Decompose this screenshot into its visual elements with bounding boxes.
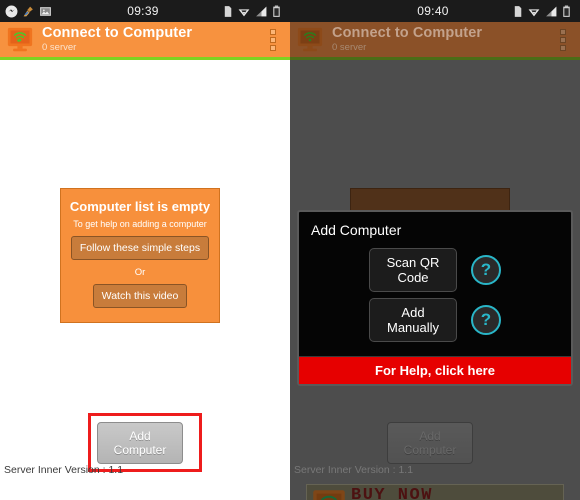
scan-qr-line2: Code <box>397 270 429 285</box>
add-computer-button[interactable]: Add Computer <box>97 422 183 464</box>
overflow-menu-icon[interactable] <box>552 23 574 57</box>
help-question-icon-add-manually[interactable]: ? <box>471 305 501 335</box>
dialog-row-scan-qr: Scan QR Code ? <box>307 248 563 292</box>
follow-steps-button[interactable]: Follow these simple steps <box>70 236 210 260</box>
add-label-line1: Add <box>129 429 151 443</box>
for-help-click-here-button[interactable]: For Help, click here <box>299 356 571 384</box>
status-clock-right: 09:40 <box>417 4 449 18</box>
page-title: Connect to Computer <box>42 25 193 42</box>
add-label-line2: Computer <box>113 443 167 457</box>
gallery-image-icon <box>40 6 51 16</box>
server-count-label: 0 server <box>42 41 77 53</box>
action-bar-right: Connect to Computer 0 server <box>290 22 580 60</box>
add-manually-button[interactable]: Add Manually <box>369 298 457 342</box>
right-phone-screen: 09:40 Connect to Computer 0 server Add C… <box>290 0 580 500</box>
messenger-icon <box>5 5 18 17</box>
signal-bars-icon <box>546 6 557 16</box>
signal-bars-icon <box>256 6 267 16</box>
dialog-title: Add Computer <box>311 222 402 238</box>
action-bar-left: Connect to Computer 0 server <box>0 22 290 60</box>
dialog-row-add-manually: Add Manually ? <box>307 298 563 342</box>
add-computer-label: Add Computer <box>114 429 167 457</box>
add-computer-dialog: Add Computer Scan QR Code ? Add Manually… <box>297 210 573 386</box>
action-bar-titles-right: Connect to Computer 0 server <box>332 26 552 52</box>
sd-card-icon <box>514 5 522 17</box>
left-content-area: Computer list is empty To get help on ad… <box>0 60 290 500</box>
computer-wifi-icon <box>297 27 323 51</box>
status-bar-right: 09:40 <box>290 0 580 22</box>
computer-wifi-icon <box>7 27 33 51</box>
sd-card-icon <box>224 5 232 17</box>
server-version-label: Server Inner Version : 1.1 <box>4 464 124 476</box>
cleaner-broom-icon <box>23 6 33 16</box>
add-manually-line1: Add <box>401 305 425 320</box>
wifi-icon <box>528 8 540 16</box>
status-right-icons <box>186 5 285 18</box>
help-question-icon-scan-qr[interactable]: ? <box>471 255 501 285</box>
action-bar-titles: Connect to Computer 0 server <box>42 26 262 52</box>
status-right-icons-right <box>476 5 575 18</box>
right-content-area: Add Computer Server Inner Version : 1.1 … <box>290 60 580 500</box>
server-count-label: 0 server <box>332 41 367 53</box>
scan-qr-line1: Scan QR <box>386 255 440 270</box>
add-manually-label: Add Manually <box>387 305 439 335</box>
status-left-icons <box>5 5 100 18</box>
battery-icon <box>563 5 570 17</box>
overflow-menu-icon[interactable] <box>262 23 284 57</box>
screenshot-root: 09:39 Connect to Computer 0 server Compu… <box>0 0 580 500</box>
status-bar-left: 09:39 <box>0 0 290 22</box>
add-manually-line2: Manually <box>386 320 440 335</box>
dialog-options: Scan QR Code ? Add Manually ? <box>307 248 563 354</box>
status-clock: 09:39 <box>127 4 159 18</box>
empty-list-subtitle: To get help on adding a computer <box>73 219 207 229</box>
empty-list-title: Computer list is empty <box>69 199 211 214</box>
wifi-icon <box>238 8 250 16</box>
scan-qr-label: Scan QR Code <box>387 255 440 285</box>
watch-video-button[interactable]: Watch this video <box>92 284 188 308</box>
empty-list-card: Computer list is empty To get help on ad… <box>60 188 220 323</box>
or-separator-label: Or <box>134 267 146 278</box>
page-title: Connect to Computer <box>332 25 483 42</box>
left-phone-screen: 09:39 Connect to Computer 0 server Compu… <box>0 0 290 500</box>
battery-icon <box>273 5 280 17</box>
scan-qr-code-button[interactable]: Scan QR Code <box>369 248 457 292</box>
